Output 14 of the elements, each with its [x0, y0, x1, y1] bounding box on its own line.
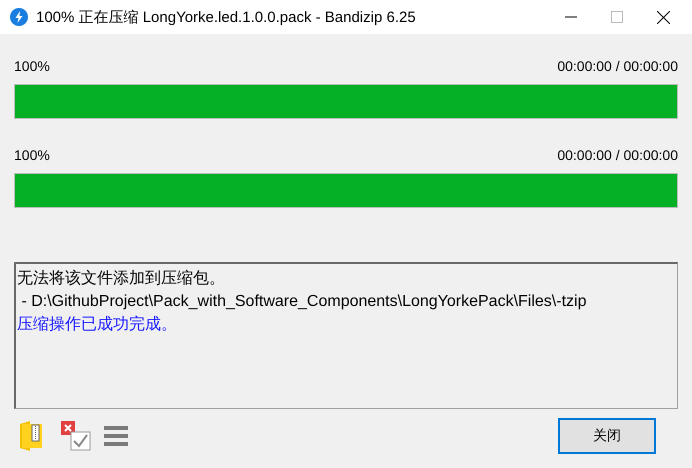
close-button[interactable]: 关闭	[558, 418, 656, 454]
progress-percent: 100%	[14, 58, 50, 76]
checklist-icon[interactable]	[60, 420, 92, 452]
app-logo-icon	[10, 8, 28, 26]
close-icon	[656, 10, 670, 24]
log-line: - D:\GithubProject\Pack_with_Software_Components\LongYorkePack\Files\-tzip	[20, 292, 588, 312]
log-line: 无法将该文件添加到压缩包。	[17, 268, 226, 289]
menu-icon[interactable]	[104, 425, 128, 447]
maximize-icon	[611, 11, 623, 23]
elapsed-time: 00:00:00 / 00:00:00	[557, 58, 678, 76]
elapsed-time: 00:00:00 / 00:00:00	[557, 147, 678, 165]
progress-percent: 100%	[14, 147, 50, 165]
window-title: 100% 正在压缩 LongYorke.led.1.0.0.pack - Bandizip 6.25	[36, 8, 417, 26]
log-line: 压缩操作已成功完成。	[17, 314, 178, 335]
